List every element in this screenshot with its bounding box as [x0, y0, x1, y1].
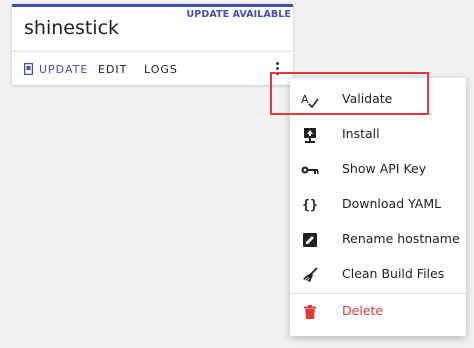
- overflow-menu: A Validate Install Show API Key {} Downl…: [290, 78, 466, 336]
- code-braces-icon: {}: [302, 197, 318, 213]
- update-button[interactable]: UPDATE: [23, 62, 89, 76]
- key-icon: [301, 161, 319, 179]
- menu-divider: [290, 293, 466, 294]
- device-name: shinestick: [24, 17, 120, 39]
- menu-item-delete[interactable]: Delete: [290, 295, 466, 327]
- validate-highlight-box: [270, 72, 429, 115]
- update-available-badge: UPDATE AVAILABLE: [186, 9, 291, 20]
- menu-item-label: Clean Build Files: [342, 266, 445, 281]
- menu-item-clean-build-files[interactable]: Clean Build Files: [290, 258, 466, 290]
- menu-item-install[interactable]: Install: [290, 118, 466, 150]
- update-icon: [23, 62, 34, 76]
- upload-icon: [301, 126, 319, 144]
- menu-item-rename-hostname[interactable]: Rename hostname: [290, 223, 466, 255]
- broom-icon: [301, 266, 319, 284]
- menu-item-label: Rename hostname: [342, 231, 460, 246]
- device-card: UPDATE AVAILABLE shinestick UPDATE EDIT …: [12, 4, 293, 85]
- edit-button[interactable]: EDIT: [98, 63, 127, 76]
- menu-item-label: Delete: [342, 303, 384, 318]
- update-button-label: UPDATE: [39, 63, 89, 76]
- menu-item-label: Install: [342, 126, 380, 141]
- logs-button[interactable]: LOGS: [144, 63, 178, 76]
- trash-icon: [301, 303, 319, 321]
- menu-item-show-api-key[interactable]: Show API Key: [290, 153, 466, 185]
- menu-item-download-yaml[interactable]: {} Download YAML: [290, 188, 466, 220]
- rename-icon: [301, 231, 319, 249]
- menu-item-label: Download YAML: [342, 196, 442, 211]
- card-actions: UPDATE EDIT LOGS: [12, 52, 293, 85]
- menu-item-label: Show API Key: [342, 161, 427, 176]
